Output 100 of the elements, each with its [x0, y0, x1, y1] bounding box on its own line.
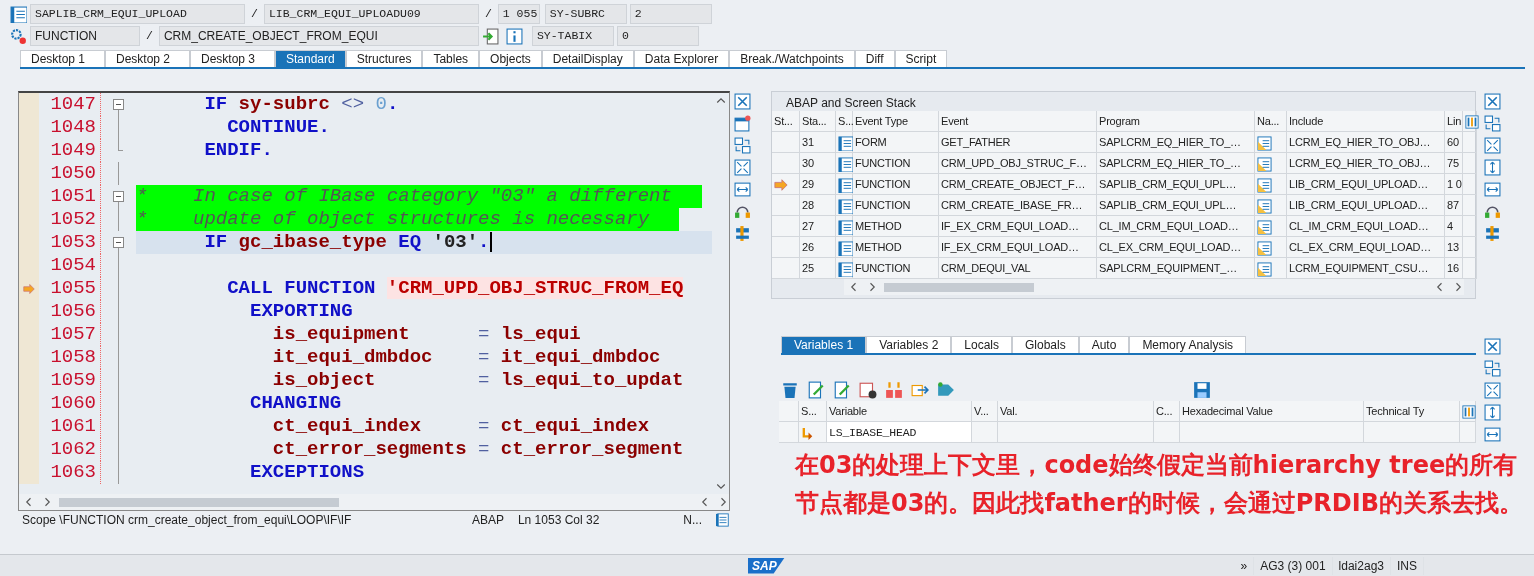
tab[interactable]: Desktop 3 — [190, 50, 275, 67]
column-header[interactable]: V... — [972, 401, 998, 422]
swap-icon[interactable] — [733, 137, 751, 154]
column-chooser-icon[interactable] — [1465, 115, 1479, 130]
line-number: 1054 — [39, 254, 101, 277]
navigate-icon[interactable] — [1257, 240, 1272, 256]
column-header[interactable]: Lin — [1445, 111, 1463, 132]
tag-icon[interactable] — [937, 381, 955, 399]
navigate-icon[interactable] — [1257, 156, 1272, 172]
code-line: is_object = ls_equi_to_updat — [271, 369, 685, 392]
delete-icon[interactable] — [781, 381, 799, 399]
close-icon[interactable] — [1484, 93, 1501, 110]
jump-icon[interactable] — [481, 27, 499, 45]
tab[interactable]: Script — [894, 50, 948, 67]
line-number: 1057 — [39, 323, 101, 346]
edit-icon[interactable] — [807, 381, 825, 399]
fullscreen-icon[interactable] — [1484, 382, 1501, 399]
column-header[interactable]: St... — [772, 111, 800, 132]
tab[interactable]: Variables 2 — [866, 336, 952, 353]
swap-icon[interactable] — [1484, 115, 1501, 132]
column-header[interactable]: Include — [1287, 111, 1445, 132]
save-icon[interactable] — [1193, 381, 1211, 399]
table-cell: CL_IM_CRM_EQUI_LOAD… — [1097, 216, 1255, 237]
tab[interactable]: Variables 1 — [781, 336, 867, 353]
code-line: EXCEPTIONS — [249, 461, 366, 484]
column-header[interactable]: Hexadecimal Value — [1180, 401, 1364, 422]
close-icon[interactable] — [1484, 338, 1501, 355]
resize-icon[interactable] — [1484, 159, 1501, 176]
tool-icon[interactable] — [1484, 225, 1501, 242]
table-cell: 30 — [800, 153, 836, 174]
resize-icon[interactable] — [1484, 181, 1501, 198]
current-arrow-icon — [774, 178, 788, 193]
column-header[interactable]: Val. — [998, 401, 1154, 422]
delete-row-icon[interactable] — [859, 381, 877, 399]
resize-icon[interactable] — [1484, 404, 1501, 421]
tab[interactable]: Structures — [345, 50, 423, 67]
navigate-icon[interactable] — [1257, 219, 1272, 235]
navigate-icon[interactable] — [1257, 261, 1272, 277]
tab[interactable]: Locals — [951, 336, 1012, 353]
code-line: IF sy-subrc <> 0. — [203, 93, 400, 116]
tab[interactable]: Standard — [275, 50, 346, 67]
headset-icon[interactable] — [1484, 203, 1501, 220]
fullscreen-icon[interactable] — [1484, 137, 1501, 154]
navigate-icon[interactable] — [1257, 135, 1272, 151]
status-item[interactable]: ldai2ag3 — [1332, 556, 1391, 575]
tab[interactable]: Break./Watchpoints — [729, 50, 855, 67]
column-header[interactable]: Program — [1097, 111, 1255, 132]
tab[interactable]: DetailDisplay — [541, 50, 634, 67]
tab[interactable]: Memory Analysis — [1129, 336, 1247, 353]
swap-icon[interactable] — [1484, 360, 1501, 377]
tool-icon[interactable] — [733, 225, 751, 242]
headset-icon[interactable] — [733, 203, 751, 220]
tab[interactable]: Desktop 2 — [105, 50, 190, 67]
collapse-icon[interactable] — [113, 237, 124, 248]
navigate-icon[interactable] — [1257, 198, 1272, 214]
tab[interactable]: Data Explorer — [633, 50, 730, 67]
separator: / — [483, 6, 493, 23]
column-header[interactable]: C... — [1154, 401, 1180, 422]
close-icon[interactable] — [733, 93, 751, 110]
document-icon — [838, 135, 853, 151]
line-number: 1060 — [39, 392, 101, 415]
collapse-icon[interactable] — [113, 191, 124, 202]
window-icon[interactable] — [733, 115, 751, 132]
fullscreen-icon[interactable] — [733, 159, 751, 176]
edit-icon[interactable] — [833, 381, 851, 399]
document-icon[interactable] — [716, 513, 730, 527]
status-item[interactable]: » — [1234, 556, 1255, 575]
separator: / — [145, 28, 154, 45]
status-item[interactable]: AG3 (3) 001 — [1254, 556, 1333, 575]
status-item[interactable]: INS — [1391, 556, 1424, 575]
info-icon[interactable] — [505, 27, 523, 45]
tab[interactable]: Objects — [479, 50, 542, 67]
column-header[interactable]: S... — [836, 111, 853, 132]
column-header[interactable]: Sta... — [800, 111, 836, 132]
column-header[interactable]: S... — [799, 401, 827, 422]
column-header[interactable]: Na... — [1255, 111, 1287, 132]
code-line: CALL FUNCTION 'CRM_UPD_OBJ_STRUC_FROM_EQ — [226, 277, 685, 300]
column-header[interactable]: Event — [939, 111, 1097, 132]
separator: / — [250, 6, 259, 23]
tab[interactable]: Diff — [854, 50, 895, 67]
column-chooser-icon[interactable] — [1462, 405, 1476, 420]
merge-icon[interactable] — [885, 381, 903, 399]
tab[interactable]: Tables — [422, 50, 480, 67]
tab[interactable]: Desktop 1 — [20, 50, 105, 67]
column-header[interactable]: Technical Ty — [1364, 401, 1460, 422]
scrollbar-thumb[interactable] — [884, 282, 1034, 292]
resize-icon[interactable] — [1484, 426, 1501, 443]
column-header[interactable]: Event Type — [853, 111, 939, 132]
tab[interactable]: Auto — [1078, 336, 1130, 353]
program-field: SAPLIB_CRM_EQUI_UPLOAD — [30, 4, 245, 24]
tab[interactable]: Globals — [1012, 336, 1079, 353]
line-number: 1049 — [39, 139, 101, 162]
scrollbar-thumb[interactable] — [59, 497, 339, 507]
program-icon — [10, 5, 27, 23]
navigate-icon[interactable] — [1257, 177, 1272, 193]
collapse-icon[interactable] — [113, 99, 124, 110]
resize-icon[interactable] — [733, 181, 751, 198]
code-line: ENDIF. — [203, 139, 274, 162]
table-cell: SAPLCRM_EQ_HIER_TO_… — [1097, 153, 1255, 174]
system-field-value: 0 — [616, 26, 699, 46]
